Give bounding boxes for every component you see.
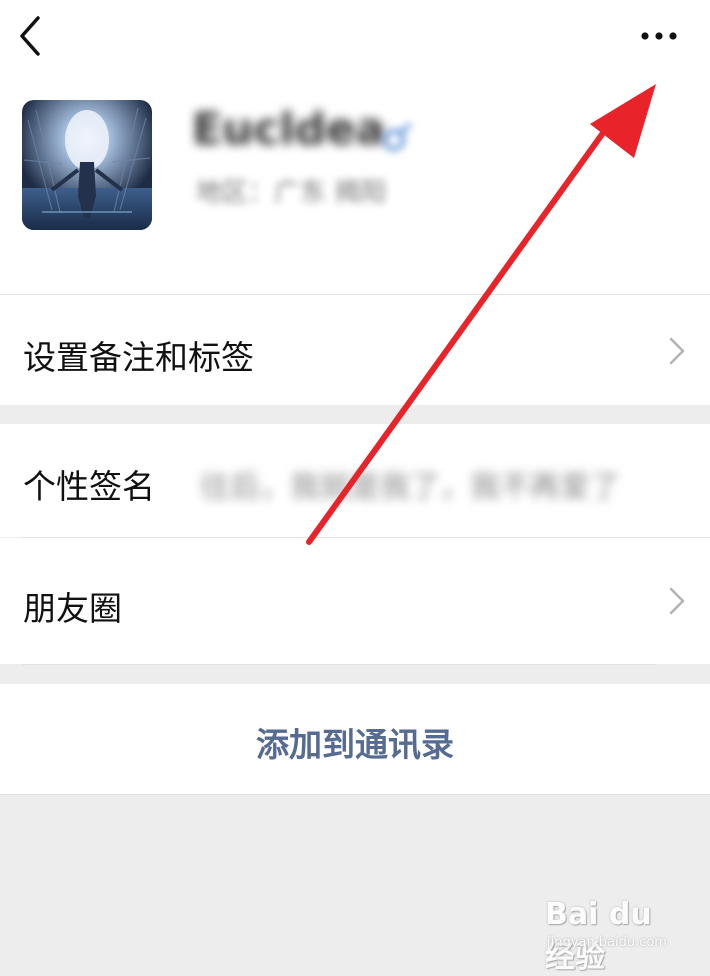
moments-row[interactable]: 朋友圈 (0, 538, 710, 664)
remark-tags-label: 设置备注和标签 (23, 338, 254, 377)
top-bar (0, 0, 710, 80)
chevron-right-icon (669, 587, 685, 615)
gender-male-icon (383, 122, 412, 151)
chevron-left-icon (20, 16, 40, 56)
moments-label: 朋友圈 (23, 589, 122, 628)
back-button[interactable] (14, 14, 54, 58)
profile-region: 地区：广东 揭阳 (196, 178, 387, 208)
remark-tags-row[interactable]: 设置备注和标签 (0, 295, 710, 405)
signature-label: 个性签名 (23, 467, 155, 506)
more-options-button[interactable] (628, 18, 690, 54)
add-to-contacts-label: 添加到通讯录 (256, 725, 454, 764)
chevron-right-icon (669, 337, 685, 365)
divider (0, 794, 710, 795)
avatar[interactable] (22, 100, 152, 230)
more-dots-icon (641, 32, 677, 40)
profile-nickname: Eucldea (192, 104, 386, 155)
signature-row: 个性签名 往后，我就是我了，我不再爱了 (0, 424, 710, 537)
signature-value: 往后，我就是我了，我不再爱了 (200, 470, 620, 505)
add-to-contacts-button[interactable]: 添加到通讯录 (0, 684, 710, 794)
watermark-site: jingyan.baidu.com (547, 935, 667, 950)
watermark: Bai du 经验 jingyan.baidu.com (545, 895, 675, 975)
divider (22, 664, 657, 665)
profile-header: Eucldea 地区：广东 揭阳 (0, 80, 710, 294)
